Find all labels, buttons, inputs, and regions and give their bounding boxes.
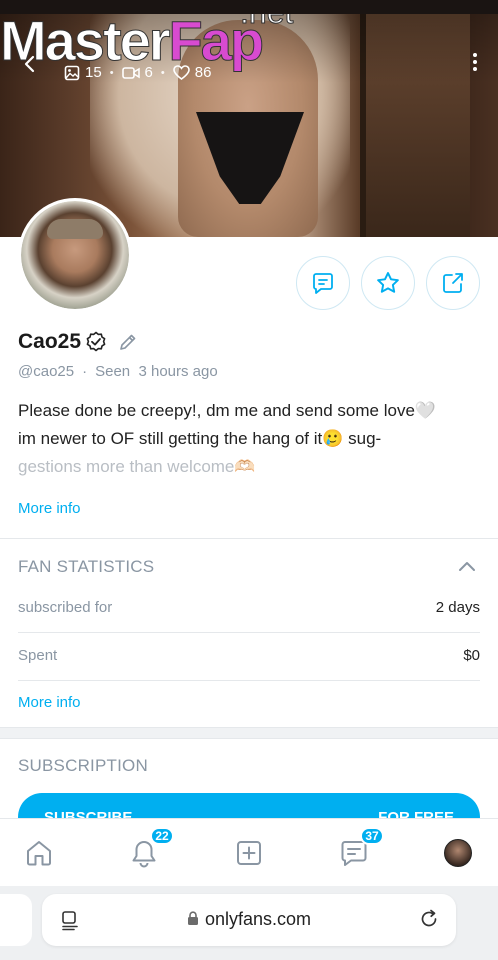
message-button[interactable] [296,256,350,310]
more-options-icon[interactable] [472,52,478,72]
row-divider [18,632,480,633]
section-gap [0,728,498,738]
last-seen: Seen 3 hours ago [95,363,218,380]
user-avatar [444,839,472,867]
row-divider [18,680,480,681]
url-text: onlyfans.com [204,909,312,929]
stat-label: subscribed for [18,599,113,616]
nav-messages[interactable]: 37 [334,827,384,873]
home-icon [27,841,51,866]
profile-name-row: Cao25 [18,330,139,354]
share-button[interactable] [426,256,480,310]
address-bar[interactable]: onlyfans.com [42,894,456,946]
reload-icon[interactable] [418,908,440,930]
nav-new-post[interactable] [229,833,269,873]
nav-notifications[interactable]: 22 [124,827,174,873]
messages-badge: 37 [360,827,384,845]
profile-avatar[interactable] [18,198,132,312]
message-icon [313,273,333,294]
nav-home[interactable] [19,833,59,873]
status-bar [0,0,498,14]
stat-value: 2 days [435,599,480,616]
stats-more-info-link[interactable]: More info [18,694,81,711]
divider [0,538,498,539]
chevron-up-icon[interactable] [458,559,476,573]
stat-value: $0 [463,647,480,664]
notifications-badge: 22 [150,827,174,845]
profile-handle: @cao25 [18,363,75,380]
edit-pencil-icon[interactable] [117,331,139,353]
profile-name: Cao25 [18,330,82,353]
bio-more-info-link[interactable]: More info [18,500,81,517]
add-post-icon [237,841,261,865]
profile-bio: Please done be creepy!, dm me and send s… [18,401,437,476]
profile-actions [296,256,480,310]
lock-icon [187,911,198,925]
subscription-title: SUBSCRIPTION [18,756,148,775]
previous-tab-edge[interactable] [0,894,32,946]
nav-profile[interactable] [438,833,478,873]
fan-statistics-title: FAN STATISTICS [18,557,155,576]
bottom-navigation: 22 37 [0,818,498,886]
stat-label: Spent [18,647,58,664]
browser-toolbar: onlyfans.com [0,886,498,960]
favorite-button[interactable] [361,256,415,310]
share-icon [443,273,463,293]
profile-handle-row: @cao25 · Seen 3 hours ago [18,363,218,380]
star-icon [377,272,399,293]
verified-icon [86,331,106,352]
divider [0,738,498,739]
